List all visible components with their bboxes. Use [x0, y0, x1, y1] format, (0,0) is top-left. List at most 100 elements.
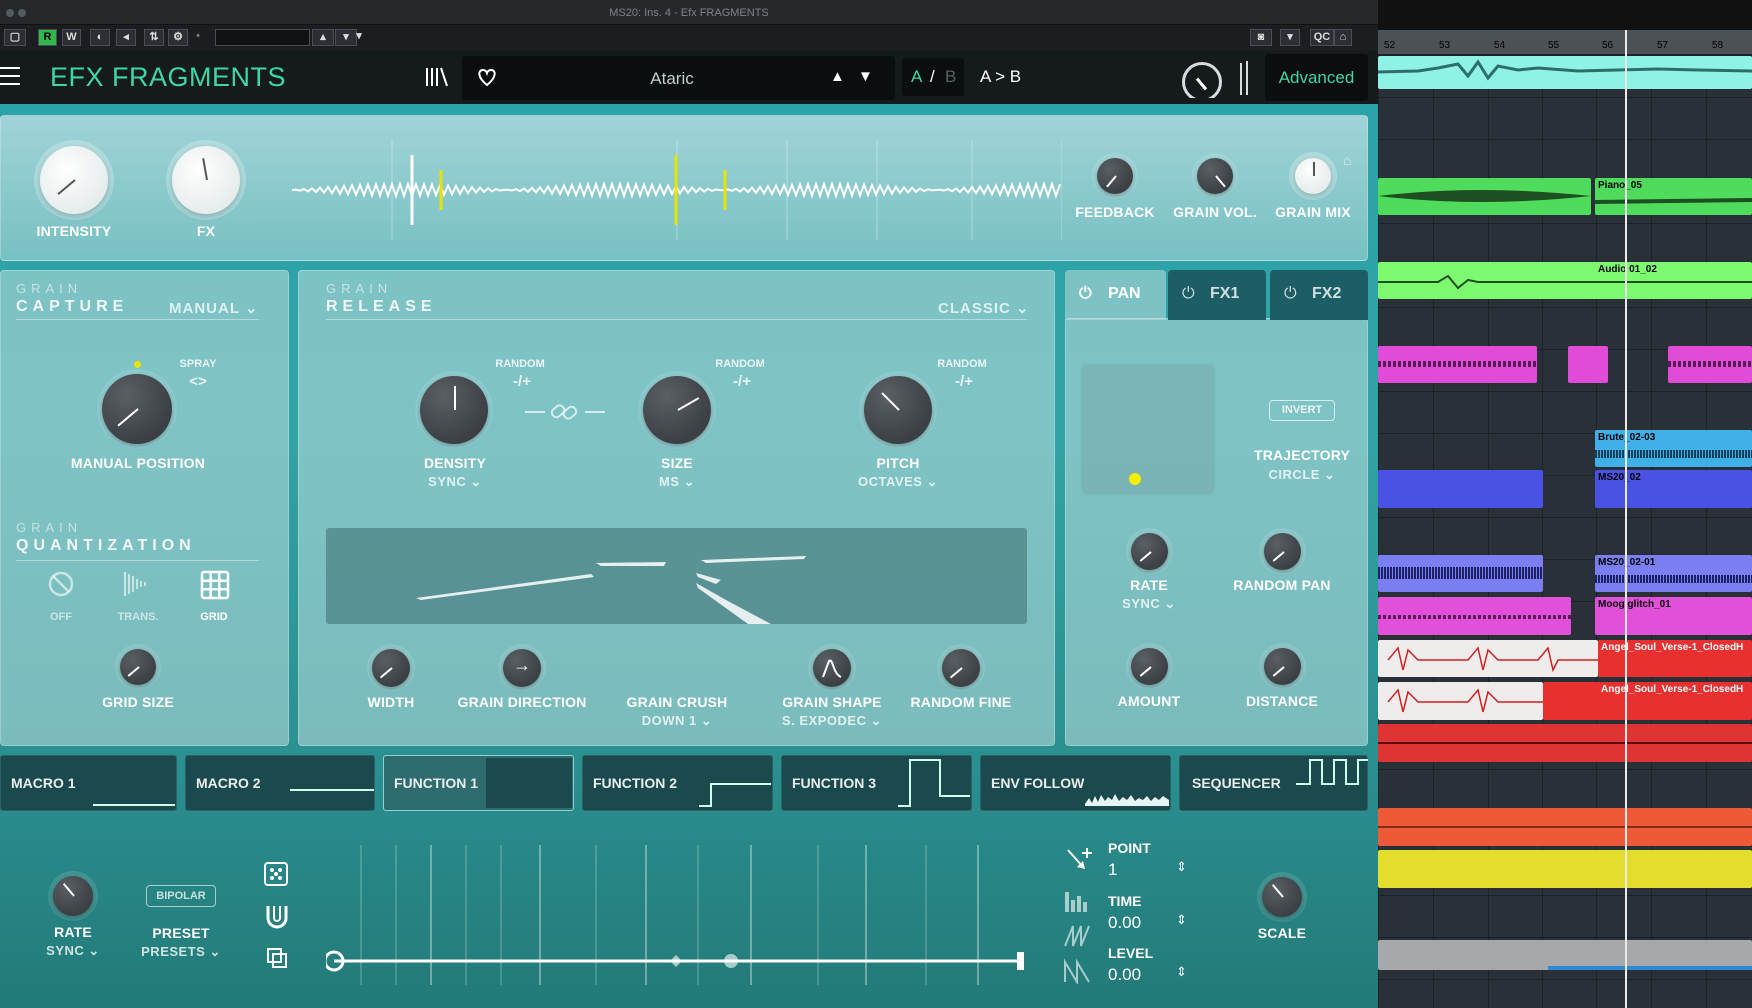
clip-orange[interactable]: [1378, 808, 1752, 846]
add-point-icon[interactable]: [1063, 845, 1093, 875]
random-pan-knob[interactable]: [1264, 533, 1301, 570]
density-knob[interactable]: [420, 376, 488, 444]
copy-a-to-b-button[interactable]: A > B: [980, 67, 1021, 87]
size-unit-dropdown[interactable]: MS ⌄: [622, 474, 732, 490]
preset-next-icon[interactable]: ▼: [858, 68, 873, 85]
pitch-unit-dropdown[interactable]: OCTAVES ⌄: [838, 474, 958, 490]
clip-magenta-4[interactable]: [1378, 597, 1571, 635]
feedback-knob[interactable]: [1097, 158, 1133, 194]
grain-direction-knob[interactable]: →: [503, 649, 541, 687]
tab-pan[interactable]: ⏻ PAN: [1065, 270, 1166, 320]
grain-mix-knob[interactable]: [1295, 158, 1331, 194]
compare-icon[interactable]: ◐: [90, 29, 110, 46]
ab-b[interactable]: B: [945, 67, 956, 87]
tab-function-2[interactable]: FUNCTION 2: [582, 755, 773, 811]
function-rate-sync-dropdown[interactable]: SYNC ⌄: [23, 943, 123, 959]
grid-size-knob[interactable]: [120, 649, 156, 685]
routing-icon[interactable]: ⇅: [144, 29, 164, 46]
ab-switch[interactable]: A / B: [902, 58, 964, 96]
clip-angel-soul-1[interactable]: Angel_Soul_Verse-1_ClosedH: [1598, 640, 1752, 677]
clip-purple-1[interactable]: [1378, 555, 1543, 592]
capture-mode-dropdown[interactable]: MANUAL ⌄: [169, 299, 258, 317]
pan-rate-sync-dropdown[interactable]: SYNC ⌄: [1099, 596, 1199, 612]
pan-rate-knob[interactable]: [1131, 533, 1168, 570]
grain-vol-knob[interactable]: [1197, 158, 1233, 194]
magnet-icon[interactable]: [264, 904, 290, 930]
tab-sequencer[interactable]: SEQUENCER: [1179, 755, 1368, 811]
preset-bar[interactable]: Ataric ▲ ▼: [462, 56, 895, 100]
width-knob[interactable]: [372, 649, 410, 687]
bipolar-button[interactable]: BIPOLAR: [146, 885, 216, 907]
quant-grid-icon[interactable]: [200, 570, 230, 600]
level-value[interactable]: 0.00: [1108, 965, 1141, 985]
clip-audio-01-02[interactable]: Audio 01_02: [1378, 262, 1752, 299]
pitch-knob[interactable]: [864, 376, 932, 444]
clip-magenta-2[interactable]: [1568, 346, 1608, 383]
distance-knob[interactable]: [1264, 648, 1301, 685]
size-random-toggle[interactable]: -/+: [720, 373, 764, 390]
qc-button[interactable]: QC: [1310, 29, 1334, 46]
clip-green-1[interactable]: [1378, 178, 1591, 215]
library-icon[interactable]: [424, 65, 450, 89]
tab-macro-2[interactable]: MACRO 2: [185, 755, 375, 811]
step-draw-icon[interactable]: [1063, 888, 1093, 912]
pan-xy-pad[interactable]: [1083, 365, 1213, 492]
playhead[interactable]: [1625, 30, 1627, 1008]
write-button[interactable]: W: [62, 29, 81, 46]
output-knob-icon[interactable]: [1182, 62, 1222, 98]
advanced-button[interactable]: Advanced: [1265, 54, 1368, 101]
function-presets-dropdown[interactable]: PRESETS ⌄: [126, 944, 236, 960]
function-editor[interactable]: [326, 845, 1026, 985]
arrow-left-icon[interactable]: ◂: [116, 29, 136, 46]
curve-draw-icon[interactable]: [1063, 922, 1093, 948]
pan-position-dot[interactable]: [1129, 473, 1141, 485]
clip-moog-glitch-01[interactable]: Moog glitch_01: [1595, 597, 1752, 635]
pitch-random-toggle[interactable]: -/+: [942, 373, 986, 390]
clip-cyan-audio[interactable]: [1378, 56, 1752, 89]
tab-fx2[interactable]: ⏻ FX2: [1270, 270, 1368, 320]
read-button[interactable]: R: [38, 29, 57, 46]
function-rate-knob[interactable]: [53, 876, 93, 916]
quant-transient-icon[interactable]: [122, 570, 156, 598]
density-sync-dropdown[interactable]: SYNC ⌄: [400, 474, 510, 490]
ruler[interactable]: 52 53 54 55 56 57 58: [1378, 30, 1752, 55]
quant-off-icon[interactable]: [47, 570, 75, 598]
waveform-display[interactable]: [292, 140, 1062, 240]
time-stepper-icon[interactable]: ⇕: [1176, 912, 1187, 928]
fx-knob[interactable]: [172, 146, 240, 214]
lock-icon[interactable]: ⌂: [1334, 29, 1352, 46]
menu-dropdown-icon[interactable]: ▾: [1280, 29, 1300, 46]
camera-icon[interactable]: ◙: [1250, 29, 1272, 46]
clip-magenta-3[interactable]: [1668, 346, 1752, 383]
tab-function-1[interactable]: FUNCTION 1: [383, 755, 574, 811]
dropdown-icon[interactable]: ▾: [352, 29, 366, 46]
clip-brute-02-03[interactable]: Brute_02-03: [1595, 430, 1752, 467]
clip-blue-1[interactable]: [1378, 470, 1543, 508]
ab-a[interactable]: A: [911, 67, 922, 87]
hamburger-menu-icon[interactable]: [0, 65, 20, 87]
grain-crush-dropdown[interactable]: DOWN 1 ⌄: [607, 713, 747, 729]
ramp-draw-icon[interactable]: [1063, 958, 1093, 986]
bypass-button[interactable]: ▢: [4, 29, 26, 46]
clip-angel-soul-2[interactable]: Angel_Soul_Verse-1_ClosedH: [1543, 682, 1752, 720]
clip-yellow[interactable]: [1378, 850, 1752, 888]
favorite-heart-icon[interactable]: [476, 66, 498, 88]
scale-knob[interactable]: [1262, 877, 1302, 917]
preset-field[interactable]: [215, 29, 310, 46]
tab-env-follow[interactable]: ENV FOLLOW: [980, 755, 1171, 811]
clip-selected-2[interactable]: [1378, 682, 1543, 720]
copy-icon[interactable]: [266, 947, 288, 969]
time-value[interactable]: 0.00: [1108, 913, 1141, 933]
clip-ms20-02-01[interactable]: MS20_02-01: [1595, 555, 1752, 592]
random-dice-icon[interactable]: [264, 862, 288, 886]
density-random-toggle[interactable]: -/+: [500, 373, 544, 390]
grain-shape-dropdown[interactable]: S. EXPODEC ⌄: [762, 713, 902, 729]
invert-button[interactable]: INVERT: [1269, 400, 1335, 421]
clip-selected-1[interactable]: [1378, 640, 1598, 677]
point-stepper-icon[interactable]: ⇕: [1176, 859, 1187, 875]
size-knob[interactable]: [643, 376, 711, 444]
gear-icon[interactable]: ⚙: [168, 29, 188, 46]
amount-knob[interactable]: [1131, 648, 1168, 685]
spray-symbol[interactable]: <>: [182, 373, 214, 390]
level-stepper-icon[interactable]: ⇕: [1176, 964, 1187, 980]
